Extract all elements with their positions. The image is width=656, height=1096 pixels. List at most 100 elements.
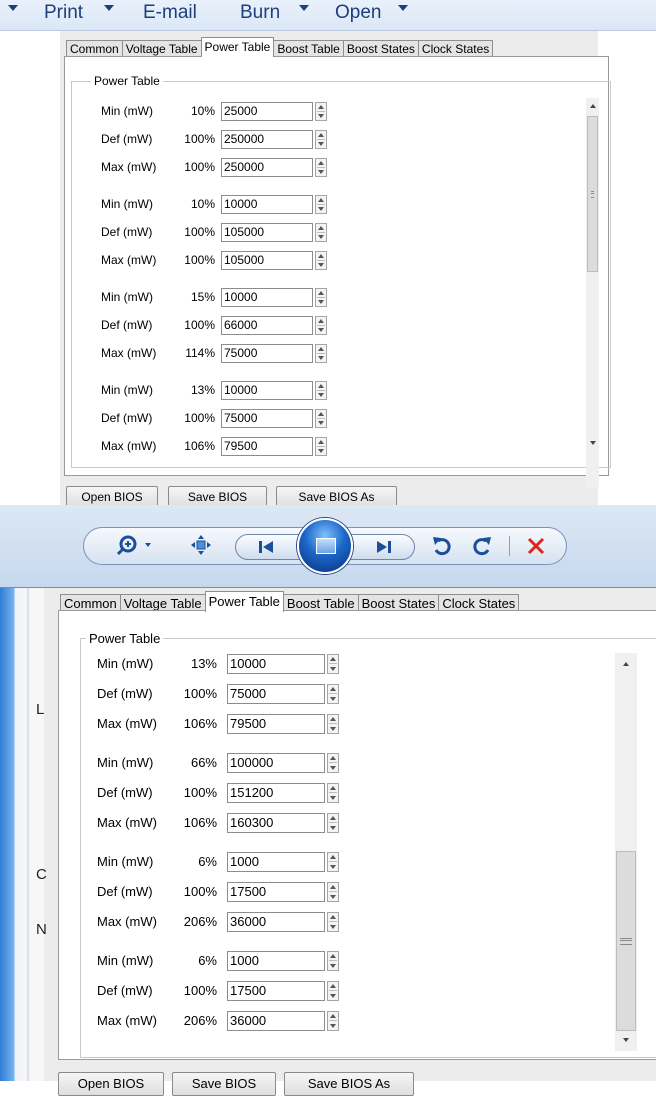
vertical-scrollbar[interactable]: [615, 653, 637, 1051]
spin-up-icon[interactable]: [318, 105, 324, 109]
spin-up-icon[interactable]: [318, 291, 324, 295]
spin-up-icon[interactable]: [330, 855, 336, 859]
value-spinner[interactable]: [327, 951, 339, 971]
spin-up-icon[interactable]: [318, 319, 324, 323]
burn-menu[interactable]: Burn: [240, 0, 280, 28]
value-spinner[interactable]: [327, 684, 339, 704]
spin-up-icon[interactable]: [330, 954, 336, 958]
spin-up-icon[interactable]: [318, 161, 324, 165]
value-spinner[interactable]: [315, 158, 327, 177]
tab-clock-states[interactable]: Clock States: [417, 40, 494, 57]
tab-power-table[interactable]: Power Table: [200, 37, 275, 57]
burn-dropdown-icon[interactable]: [299, 5, 309, 11]
spin-down-icon[interactable]: [318, 356, 324, 360]
spin-down-icon[interactable]: [330, 895, 336, 899]
spin-up-icon[interactable]: [330, 1014, 336, 1018]
spin-down-icon[interactable]: [318, 114, 324, 118]
spin-up-icon[interactable]: [318, 412, 324, 416]
spin-up-icon[interactable]: [330, 915, 336, 919]
value-spinner[interactable]: [315, 223, 327, 242]
power-value-field[interactable]: 75000: [221, 409, 313, 428]
tab-power-table[interactable]: Power Table: [204, 591, 284, 612]
scroll-down-icon[interactable]: [623, 1038, 629, 1042]
power-value-field[interactable]: 17500: [227, 981, 325, 1001]
spin-down-icon[interactable]: [318, 393, 324, 397]
fit-window-icon[interactable]: [190, 534, 212, 556]
spin-down-icon[interactable]: [318, 449, 324, 453]
value-spinner[interactable]: [327, 813, 339, 833]
scroll-up-icon[interactable]: [623, 662, 629, 666]
spin-down-icon[interactable]: [318, 300, 324, 304]
spin-down-icon[interactable]: [318, 421, 324, 425]
power-value-field[interactable]: 36000: [227, 1011, 325, 1031]
power-value-field[interactable]: 100000: [227, 753, 325, 773]
value-spinner[interactable]: [327, 852, 339, 872]
value-spinner[interactable]: [315, 437, 327, 456]
value-spinner[interactable]: [327, 981, 339, 1001]
spin-up-icon[interactable]: [318, 133, 324, 137]
spin-up-icon[interactable]: [318, 440, 324, 444]
value-spinner[interactable]: [315, 288, 327, 307]
spin-down-icon[interactable]: [330, 994, 336, 998]
value-spinner[interactable]: [327, 882, 339, 902]
print-dropdown-icon[interactable]: [104, 5, 114, 11]
power-value-field[interactable]: 10000: [221, 288, 313, 307]
tab-common[interactable]: Common: [66, 40, 123, 57]
spin-up-icon[interactable]: [330, 756, 336, 760]
print-menu[interactable]: Print: [44, 0, 83, 28]
rotate-right-icon[interactable]: [470, 534, 494, 558]
scroll-thumb[interactable]: [616, 851, 636, 1031]
power-value-field[interactable]: 17500: [227, 882, 325, 902]
power-value-field[interactable]: 1000: [227, 951, 325, 971]
tab-boost-states[interactable]: Boost States: [342, 40, 419, 57]
open-bios-button[interactable]: Open BIOS: [58, 1072, 164, 1096]
value-spinner[interactable]: [327, 1011, 339, 1031]
value-spinner[interactable]: [327, 714, 339, 734]
spin-down-icon[interactable]: [318, 170, 324, 174]
spin-up-icon[interactable]: [330, 657, 336, 661]
spin-up-icon[interactable]: [318, 254, 324, 258]
power-value-field[interactable]: 250000: [221, 130, 313, 149]
value-spinner[interactable]: [315, 195, 327, 214]
value-spinner[interactable]: [327, 912, 339, 932]
value-spinner[interactable]: [315, 316, 327, 335]
menu-arrow-icon[interactable]: [8, 5, 18, 11]
save-bios-button[interactable]: Save BIOS: [172, 1072, 276, 1096]
spin-up-icon[interactable]: [330, 786, 336, 790]
value-spinner[interactable]: [315, 344, 327, 363]
spin-down-icon[interactable]: [330, 1024, 336, 1028]
spin-down-icon[interactable]: [318, 235, 324, 239]
power-value-field[interactable]: 66000: [221, 316, 313, 335]
rotate-left-icon[interactable]: [430, 534, 454, 558]
zoom-icon[interactable]: [116, 533, 156, 557]
spin-down-icon[interactable]: [318, 142, 324, 146]
value-spinner[interactable]: [327, 783, 339, 803]
scroll-up-icon[interactable]: [589, 104, 596, 108]
spin-up-icon[interactable]: [330, 816, 336, 820]
spin-down-icon[interactable]: [330, 766, 336, 770]
spin-up-icon[interactable]: [318, 198, 324, 202]
power-value-field[interactable]: 160300: [227, 813, 325, 833]
value-spinner[interactable]: [315, 102, 327, 121]
open-menu[interactable]: Open: [335, 0, 381, 28]
spin-up-icon[interactable]: [318, 347, 324, 351]
tab-voltage-table[interactable]: Voltage Table: [121, 40, 202, 57]
power-value-field[interactable]: 75000: [227, 684, 325, 704]
save-bios-as-button[interactable]: Save BIOS As: [284, 1072, 414, 1096]
power-value-field[interactable]: 75000: [221, 344, 313, 363]
spin-down-icon[interactable]: [330, 727, 336, 731]
previous-icon[interactable]: [256, 538, 276, 556]
spin-down-icon[interactable]: [330, 796, 336, 800]
power-value-field[interactable]: 25000: [221, 102, 313, 121]
value-spinner[interactable]: [315, 251, 327, 270]
spin-down-icon[interactable]: [318, 207, 324, 211]
spin-down-icon[interactable]: [330, 697, 336, 701]
spin-down-icon[interactable]: [330, 667, 336, 671]
value-spinner[interactable]: [315, 409, 327, 428]
power-value-field[interactable]: 105000: [221, 251, 313, 270]
open-dropdown-icon[interactable]: [398, 5, 408, 11]
power-value-field[interactable]: 1000: [227, 852, 325, 872]
spin-down-icon[interactable]: [330, 826, 336, 830]
spin-down-icon[interactable]: [318, 328, 324, 332]
value-spinner[interactable]: [327, 753, 339, 773]
